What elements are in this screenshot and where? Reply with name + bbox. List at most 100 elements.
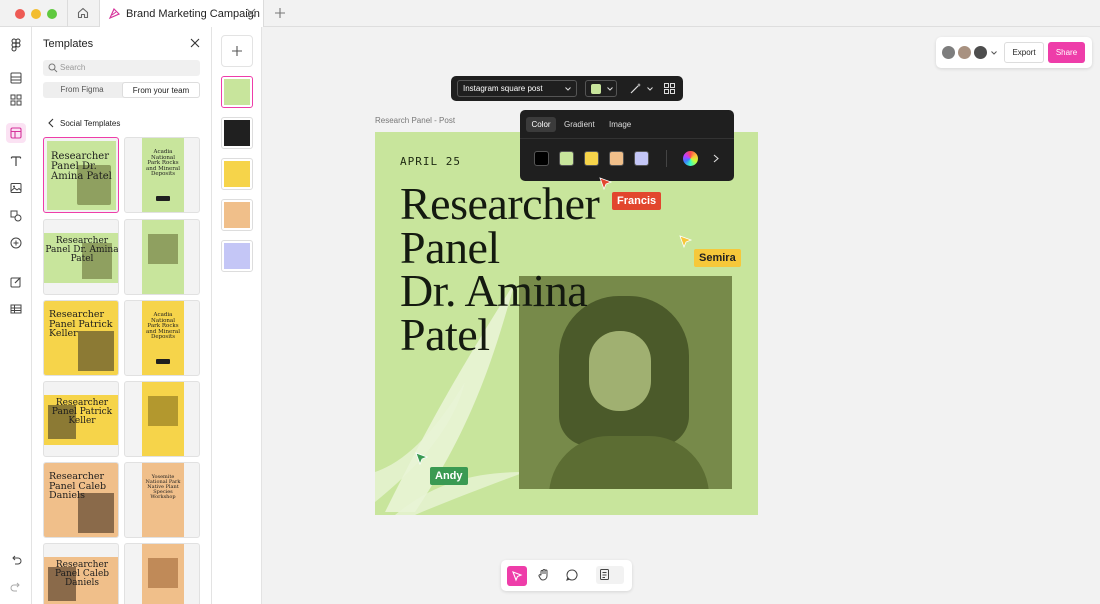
close-panel-icon[interactable] xyxy=(190,38,200,48)
template-tile[interactable] xyxy=(124,219,200,295)
avatar[interactable] xyxy=(957,45,972,60)
template-tile[interactable]: Acadia National Park Rocks and Mineral D… xyxy=(124,137,200,213)
swatch-divider xyxy=(666,150,667,167)
avatar[interactable] xyxy=(973,45,988,60)
template-tile[interactable]: Researcher Panel Dr. Amina Patel xyxy=(43,137,119,213)
template-tile[interactable] xyxy=(124,381,200,457)
minimize-window-button[interactable] xyxy=(31,9,41,19)
headline-line: Researcher xyxy=(400,178,600,229)
template-tile[interactable]: Acadia National Park Rocks and Mineral D… xyxy=(124,300,200,376)
cursor-arrow-icon xyxy=(599,177,613,191)
headline-line: Dr. Amina xyxy=(400,265,588,317)
table-icon[interactable] xyxy=(6,299,26,319)
template-preview xyxy=(142,544,184,604)
swatch-green[interactable] xyxy=(559,151,574,166)
layout-icon[interactable] xyxy=(6,68,26,88)
artboard-label: Research Panel - Post xyxy=(375,116,456,125)
chevron-down-icon xyxy=(565,87,571,91)
chevron-down-icon[interactable] xyxy=(647,87,653,91)
chevron-down-icon[interactable] xyxy=(991,51,997,55)
headline[interactable]: Researcher Panel Dr. Amina Patel xyxy=(400,178,600,358)
avatar[interactable] xyxy=(941,45,956,60)
grid-layout-icon[interactable] xyxy=(664,83,675,94)
template-tile[interactable]: Researcher Panel Patrick Keller xyxy=(43,300,119,376)
close-window-button[interactable] xyxy=(15,9,25,19)
export-button[interactable]: Export xyxy=(1004,42,1044,63)
template-text: Researcher Panel Dr. Amina Patel xyxy=(51,151,112,182)
template-preview: Researcher Panel Dr. Amina Patel xyxy=(47,141,116,210)
undo-icon[interactable] xyxy=(6,550,26,570)
back-chevron-icon[interactable] xyxy=(47,118,55,128)
tool-rail xyxy=(0,27,32,604)
image-tool-icon[interactable] xyxy=(6,178,26,198)
format-dropdown[interactable]: Instagram square post xyxy=(457,80,577,97)
swatch-yellow[interactable] xyxy=(584,151,599,166)
pointer-icon xyxy=(512,571,523,582)
components-grid-icon[interactable] xyxy=(6,90,26,110)
maximize-window-button[interactable] xyxy=(47,9,57,19)
collaborator-cursor-label: Andy xyxy=(430,467,468,485)
template-preview xyxy=(142,220,184,294)
format-label: Instagram square post xyxy=(463,84,543,93)
search-icon xyxy=(48,63,58,73)
tab-color[interactable]: Color xyxy=(526,117,556,132)
share-button[interactable]: Share xyxy=(1048,42,1085,63)
template-text: Acadia National Park Rocks and Mineral D… xyxy=(146,149,180,177)
new-tab-icon[interactable] xyxy=(274,7,286,19)
template-preview: Yosemite National Park Native Plant Spec… xyxy=(142,463,184,537)
tab-brand-marketing-campaign[interactable]: Brand Marketing Campaign xyxy=(99,0,264,28)
redo-icon[interactable] xyxy=(6,577,26,597)
fill-color-button[interactable] xyxy=(585,80,617,97)
template-tile[interactable]: Researcher Panel Dr. Amina Patel xyxy=(43,219,119,295)
more-tools-button[interactable] xyxy=(596,566,624,584)
page-thumbnail[interactable] xyxy=(221,199,253,231)
template-tile[interactable]: Researcher Panel Caleb Daniels xyxy=(43,462,119,538)
template-tile[interactable]: Researcher Panel Caleb Daniels xyxy=(43,543,119,604)
text-tool-icon[interactable] xyxy=(6,151,26,171)
figma-logo-icon[interactable] xyxy=(6,35,26,55)
add-page-button[interactable] xyxy=(221,35,253,67)
template-preview: Acadia National Park Rocks and Mineral D… xyxy=(142,301,184,375)
select-tool-button[interactable] xyxy=(507,566,527,586)
segment-from-figma[interactable]: From Figma xyxy=(43,82,121,98)
close-tab-icon[interactable] xyxy=(246,8,256,18)
chevron-right-icon[interactable] xyxy=(713,154,719,163)
templates-icon[interactable] xyxy=(6,123,26,143)
page-thumbnail[interactable] xyxy=(221,158,253,190)
template-text: Researcher Panel Dr. Amina Patel xyxy=(45,236,119,264)
template-preview: Researcher Panel Patrick Keller xyxy=(44,395,118,445)
landscape-image xyxy=(148,396,178,426)
chevron-down-icon xyxy=(607,87,613,91)
template-tile[interactable]: Yosemite National Park Native Plant Spec… xyxy=(124,462,200,538)
tab-image[interactable]: Image xyxy=(609,117,631,132)
template-tile[interactable]: Researcher Panel Patrick Keller xyxy=(43,381,119,457)
custom-color-icon[interactable] xyxy=(683,151,698,166)
template-text: Researcher Panel Patrick Keller xyxy=(49,309,113,339)
template-preview xyxy=(142,382,184,456)
swatch-lavender[interactable] xyxy=(634,151,649,166)
edit-icon[interactable] xyxy=(6,272,26,292)
section-title: Social Templates xyxy=(60,119,121,128)
template-preview: Researcher Panel Dr. Amina Patel xyxy=(44,233,119,283)
tab-gradient[interactable]: Gradient xyxy=(564,117,595,132)
comment-tool-icon[interactable] xyxy=(565,568,579,582)
segment-from-your-team[interactable]: From your team xyxy=(122,82,200,98)
hand-tool-icon[interactable] xyxy=(537,568,551,582)
effects-icon[interactable] xyxy=(629,82,643,95)
title-bar: Brand Marketing Campaign xyxy=(0,0,1100,28)
template-text: Yosemite National Park Native Plant Spec… xyxy=(145,474,181,500)
templates-panel: Templates Search From Figma From your te… xyxy=(32,27,212,604)
shapes-tool-icon[interactable] xyxy=(6,206,26,226)
add-plugin-icon[interactable] xyxy=(6,233,26,253)
template-tile[interactable] xyxy=(124,543,200,604)
artboard[interactable]: APRIL 25 Researcher Panel Dr. Amina Pate… xyxy=(375,132,758,515)
page-thumbnail[interactable] xyxy=(221,76,253,108)
home-icon[interactable] xyxy=(76,6,90,20)
template-preview: Researcher Panel Caleb Daniels xyxy=(44,463,118,537)
template-text: Researcher Panel Caleb Daniels xyxy=(54,560,110,588)
page-thumbnail[interactable] xyxy=(221,117,253,149)
search-input[interactable]: Search xyxy=(43,60,200,76)
swatch-orange[interactable] xyxy=(609,151,624,166)
swatch-black[interactable] xyxy=(534,151,549,166)
page-thumbnail[interactable] xyxy=(221,240,253,272)
